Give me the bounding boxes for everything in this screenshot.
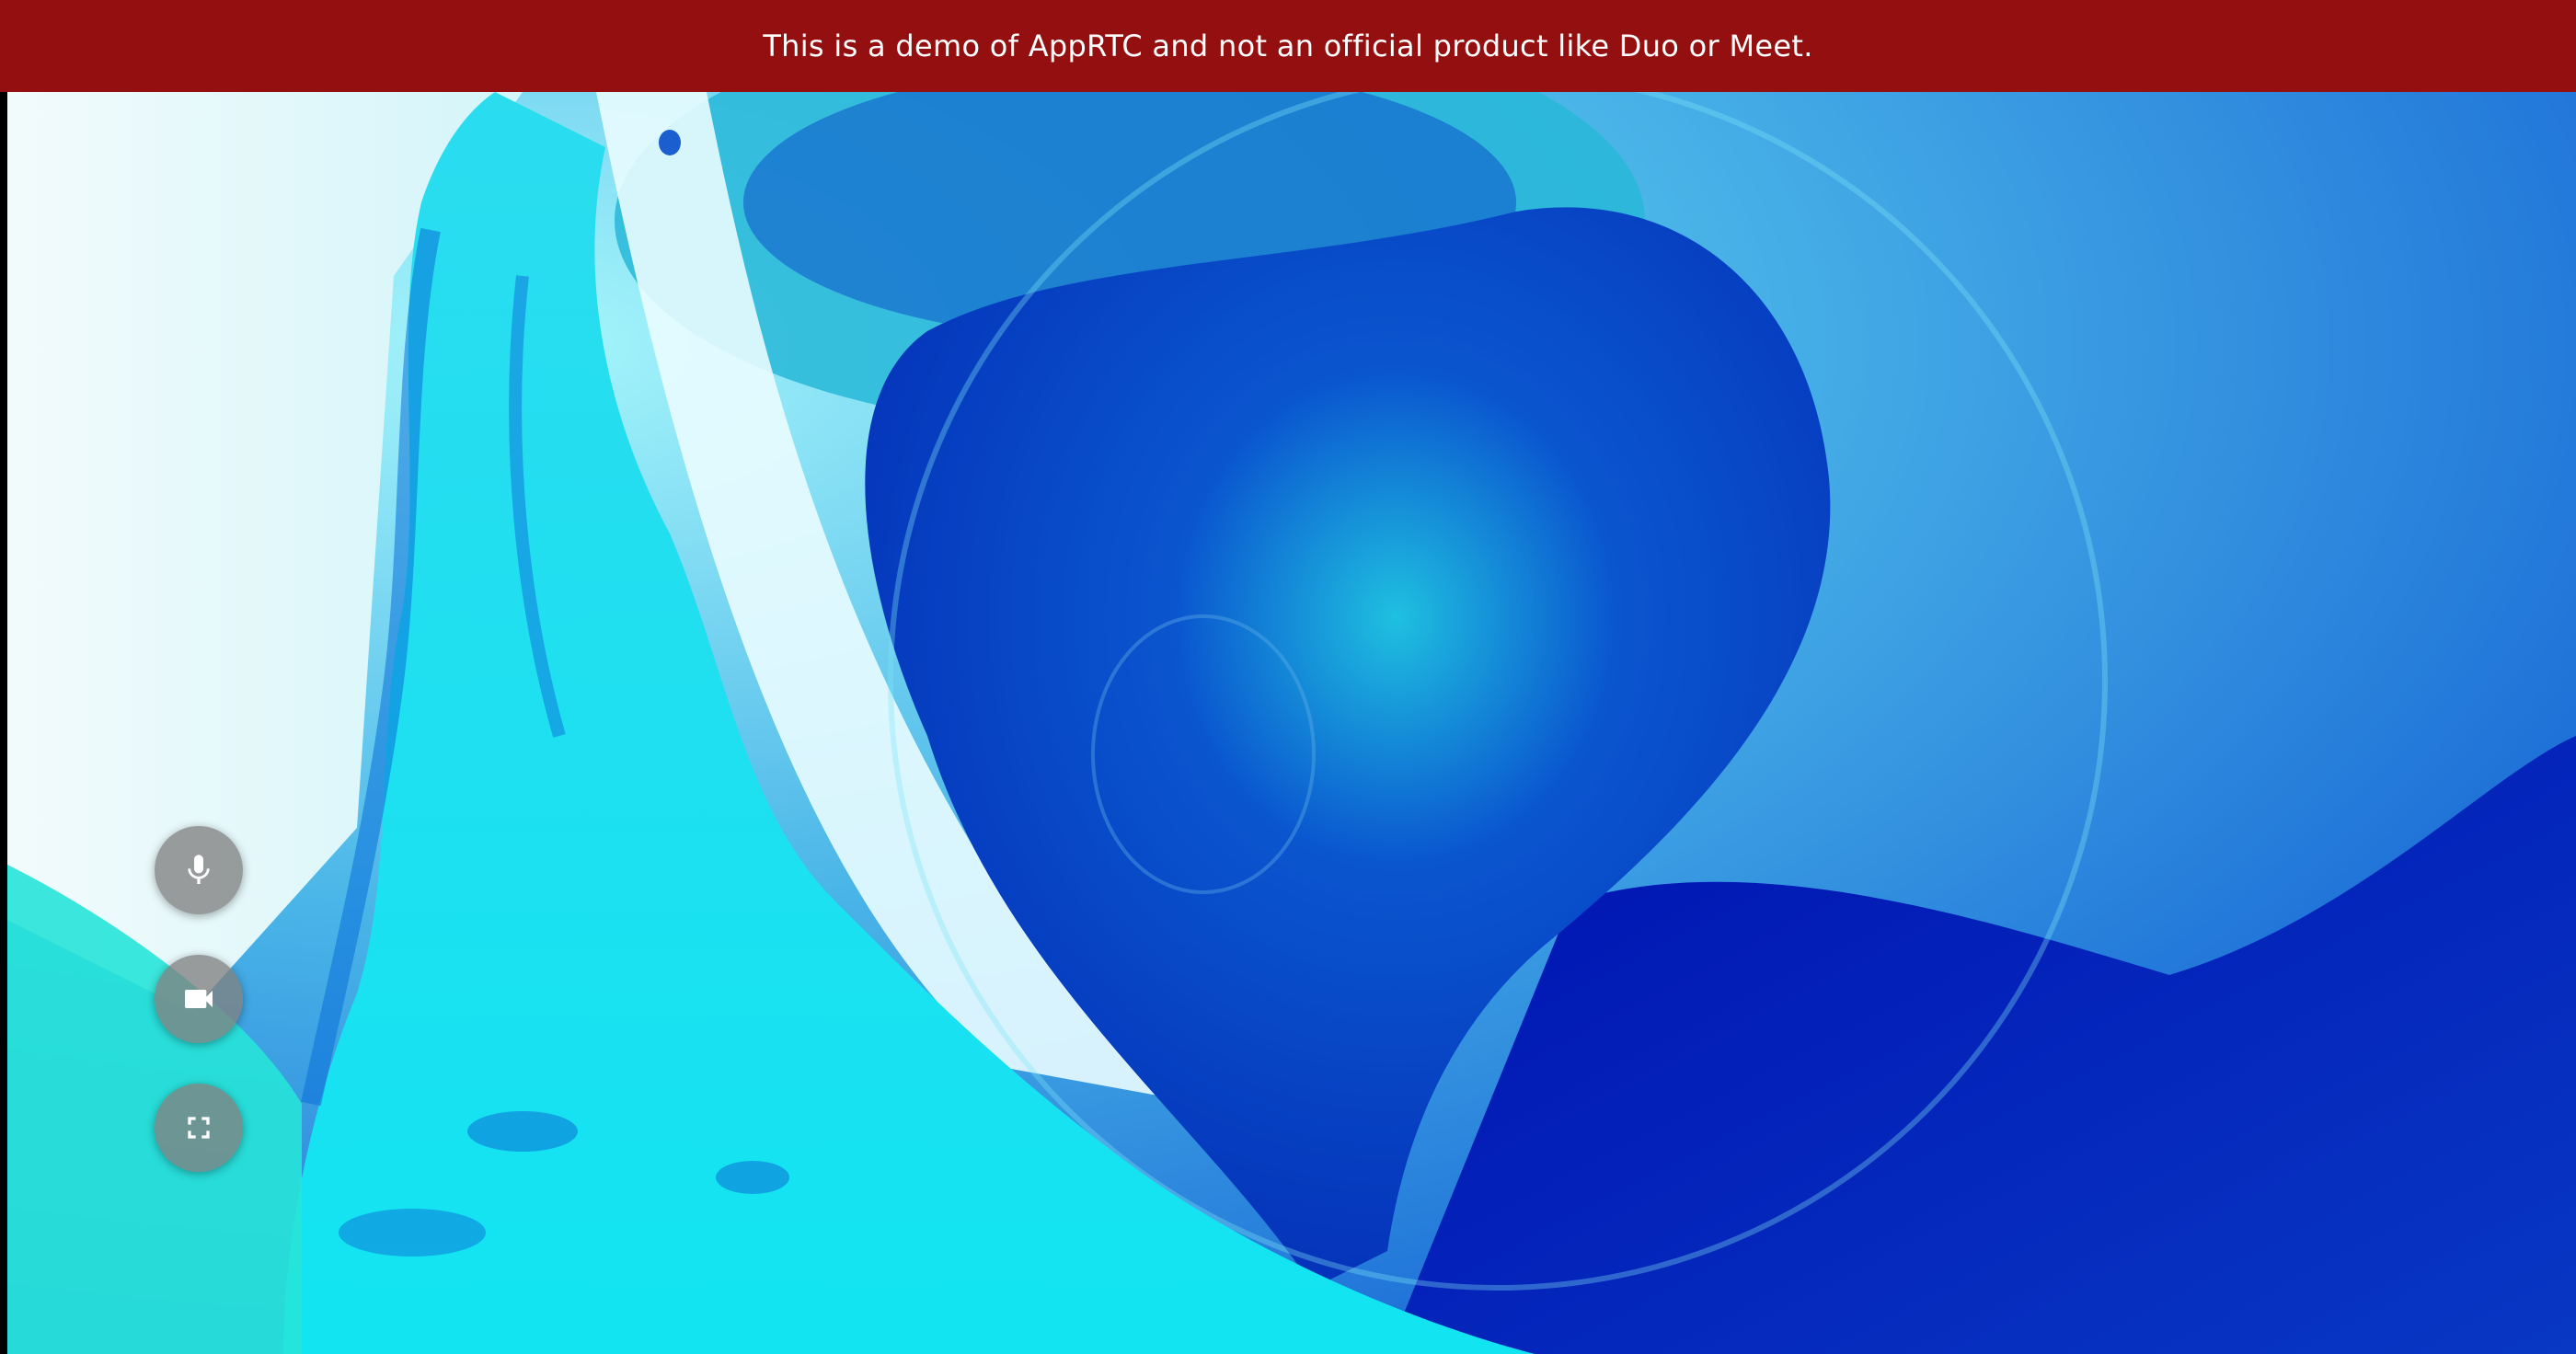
remote-video [7, 92, 2576, 1354]
video-frame-artwork [7, 92, 2576, 1354]
apprtc-app: This is a demo of AppRTC and not an offi… [0, 0, 2576, 1354]
call-controls [155, 826, 243, 1212]
demo-notice-text: This is a demo of AppRTC and not an offi… [763, 29, 1813, 63]
mic-icon [188, 855, 210, 884]
mute-video-button[interactable] [155, 955, 243, 1043]
fullscreen-button[interactable] [155, 1084, 243, 1172]
mute-audio-button[interactable] [155, 826, 243, 914]
videocam-icon [185, 990, 213, 1008]
fullscreen-icon [188, 1117, 210, 1139]
demo-notice-banner: This is a demo of AppRTC and not an offi… [0, 0, 2576, 92]
